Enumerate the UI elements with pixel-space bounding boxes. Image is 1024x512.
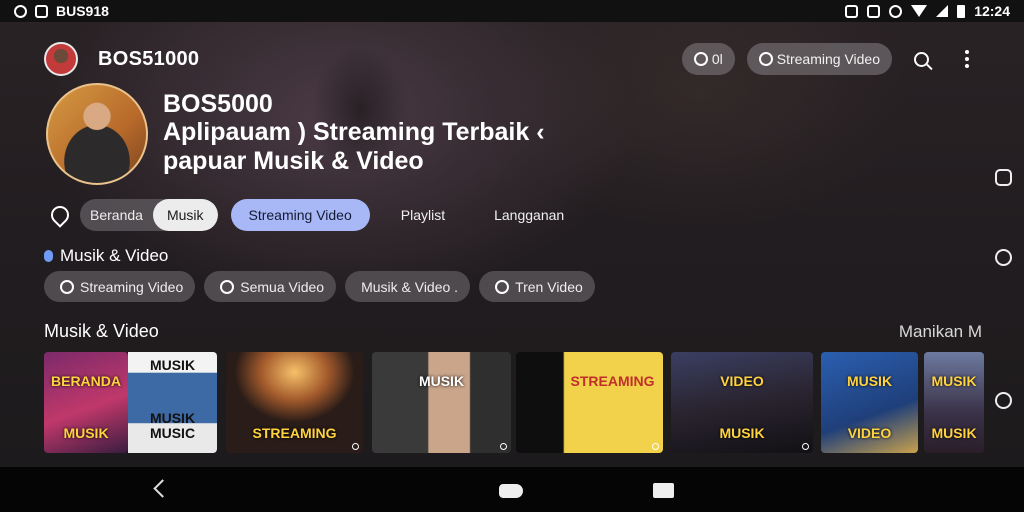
tab-playlist[interactable]: Playlist [383, 199, 463, 231]
location-button[interactable] [46, 201, 74, 229]
channel-header: BOS51000 0l Streaming Video [44, 42, 984, 76]
filter-section-title: Musik & Video [60, 246, 169, 265]
search-small-icon [758, 52, 773, 66]
filter-section-label: Musik & Video [44, 246, 168, 266]
tabs-row: Beranda Musik Streaming Video Playlist L… [46, 199, 582, 231]
hero-text: BOS5000 Aplipauam ) Streaming Terbaik ‹ … [163, 90, 643, 176]
thumbnail-caption-top: MUSIK [931, 373, 977, 389]
video-thumbnail-7[interactable]: MUSIK VIDEO [821, 352, 918, 453]
tab-streaming-video[interactable]: Streaming Video [230, 199, 370, 231]
search-button[interactable] [904, 42, 938, 76]
recent-apps-icon[interactable] [653, 483, 674, 498]
chip-streaming-video[interactable]: Streaming Video [44, 271, 196, 302]
thumbnail-caption-bottom: STREAMING [252, 425, 337, 441]
thumbnail-caption-top: STREAMING [570, 373, 655, 389]
video-thumbnail-8[interactable]: MUSIK MUSIK [924, 352, 984, 453]
info-dot-icon [44, 250, 53, 262]
content-row-title: Musik & Video [44, 321, 159, 341]
hero-avatar [46, 83, 148, 185]
cast-icon [845, 4, 859, 18]
search-pill-button[interactable]: Streaming Video [746, 43, 892, 75]
hero-name: BOS5000 [163, 90, 273, 118]
video-thumbnail-6[interactable]: VIDEO MUSIK [671, 352, 813, 453]
status-time: 12:24 [974, 3, 1010, 19]
hero-title-line2: papuar Musik & Video [163, 147, 424, 175]
thumbnail-caption-bottom: MUSIK [63, 425, 109, 441]
segment-music[interactable]: Musik [152, 199, 218, 231]
status-left-text: BUS918 [56, 3, 109, 19]
chip-label: Tren Video [515, 278, 583, 295]
thumbnail-caption-top: BERANDA [51, 373, 121, 389]
duration-icon [500, 443, 507, 450]
more-vertical-icon [965, 50, 969, 68]
thumbnail-caption-top: VIDEO [720, 373, 764, 389]
chip-music-video[interactable]: Musik & Video . [345, 271, 471, 302]
status-bar: BUS918 12:24 [0, 0, 1024, 22]
link-icon [220, 279, 235, 294]
search-icon [60, 279, 74, 294]
notifications-pill-button[interactable]: 0l [681, 43, 735, 75]
thumbnail-caption-top: MUSIK [846, 373, 893, 389]
rail-button-2[interactable] [995, 392, 1012, 409]
video-thumbnail-4[interactable]: MUSIK [372, 352, 511, 453]
thumbnail-caption-top: MUSIK [418, 373, 465, 389]
thumbnail-caption-top: MUSIK [149, 357, 196, 373]
home-icon[interactable] [499, 484, 523, 498]
location-pin-icon [47, 202, 73, 228]
alarm-icon [889, 4, 903, 18]
battery-icon [957, 4, 966, 18]
thumbnail-caption-bottom: VIDEO [847, 425, 892, 441]
hero-title-line1: Aplipauam ) Streaming Terbaik ‹ [163, 118, 545, 146]
video-thumbnail-5[interactable]: STREAMING [516, 352, 663, 453]
signal-icon [936, 5, 949, 17]
segment-home[interactable]: Beranda [80, 199, 153, 231]
cast-rail-button[interactable] [995, 169, 1012, 186]
trending-icon [495, 279, 510, 294]
notifications-pill-label: 0l [711, 51, 723, 67]
avatar[interactable] [44, 42, 78, 76]
shield-icon [867, 4, 881, 18]
bell-icon [693, 52, 708, 66]
chip-trending-video[interactable]: Tren Video [479, 271, 595, 302]
filter-chips: Streaming Video Semua Video Musik & Vide… [44, 271, 595, 302]
duration-icon [352, 443, 359, 450]
video-thumbnail-3[interactable]: STREAMING [226, 352, 363, 453]
video-thumbnail-2[interactable]: MUSIK MUSIK MUSIC [128, 352, 217, 453]
chip-label: Musik & Video . [361, 278, 459, 295]
more-options-button[interactable] [950, 42, 984, 76]
rail-button-1[interactable] [995, 249, 1012, 266]
system-nav-bar [0, 467, 1024, 512]
search-pill-label: Streaming Video [776, 51, 880, 67]
search-icon [913, 51, 929, 67]
gallery-notification-icon [35, 4, 48, 18]
duration-icon [802, 443, 809, 450]
duration-icon [652, 443, 659, 450]
chip-all-video[interactable]: Semua Video [204, 271, 337, 302]
thumbnail-caption-bottom: MUSIK MUSIC [149, 410, 196, 441]
app-notification-icon [14, 4, 27, 18]
video-thumbnail-1[interactable]: BERANDA MUSIK [44, 352, 128, 453]
tab-subscriptions[interactable]: Langganan [476, 199, 582, 231]
thumbnail-caption-bottom: MUSIK [931, 425, 977, 441]
chip-label: Semua Video [240, 278, 325, 295]
see-more-link[interactable]: Manikan M [899, 322, 982, 342]
back-icon[interactable] [153, 479, 172, 498]
segmented-control: Beranda Musik [80, 199, 218, 231]
wifi-icon [911, 5, 928, 17]
channel-name: BOS51000 [98, 47, 200, 70]
thumbnail-caption-bottom: MUSIK [719, 425, 765, 441]
chip-label: Streaming Video [80, 278, 184, 295]
